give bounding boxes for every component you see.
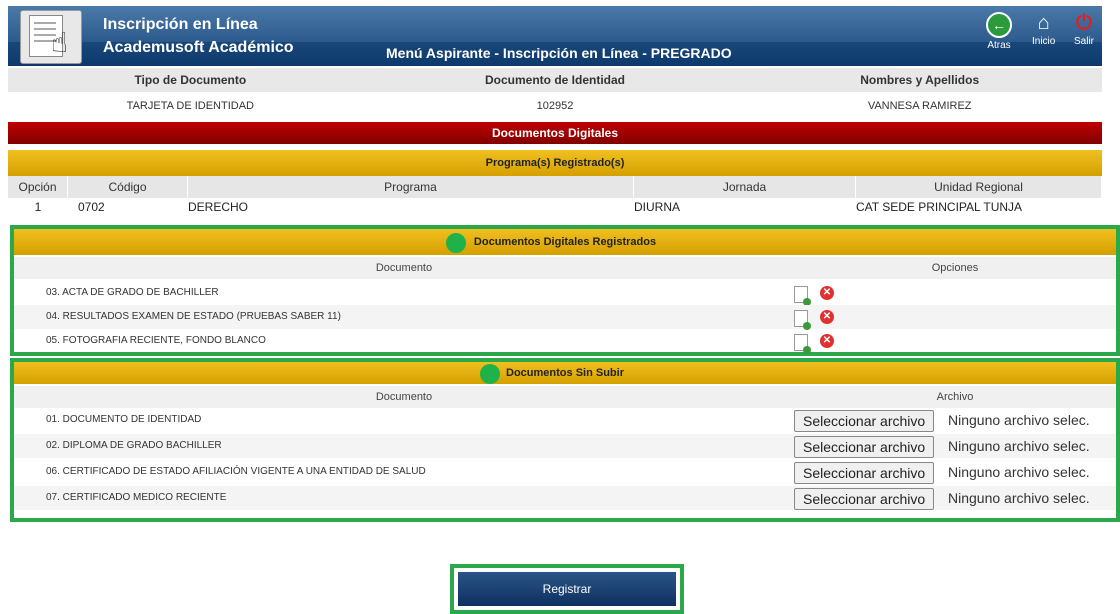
no-file-text: Ninguno archivo selec. xyxy=(948,412,1090,428)
full-name-header: Nombres y Apellidos xyxy=(860,73,980,87)
select-file-button[interactable]: Seleccionar archivo xyxy=(794,410,935,432)
program-name: DERECHO xyxy=(188,200,249,214)
program-code: 0702 xyxy=(78,200,105,214)
home-label: Inicio xyxy=(1032,36,1056,47)
col-schedule: Jornada xyxy=(634,176,856,198)
app-logo: ☝ xyxy=(20,10,82,64)
program-option: 1 xyxy=(34,200,42,214)
col-region: Unidad Regional xyxy=(856,176,1102,198)
select-file-button[interactable]: Seleccionar archivo xyxy=(794,488,935,510)
power-icon: ⏻ xyxy=(1076,11,1092,34)
programs-section: Programa(s) Registrado(s) Opción Código … xyxy=(8,150,1102,216)
no-file-text: Ninguno archivo selec. xyxy=(948,438,1090,454)
download-file-icon[interactable] xyxy=(794,286,811,306)
app-subtitle: Academusoft Académico xyxy=(103,39,294,56)
registered-docs-section: Documentos Digitales Registrados Documen… xyxy=(14,229,1116,354)
pending-docs-section: Documentos Sin Subir Documento Archivo 0… xyxy=(14,362,1116,510)
full-name-value: VANNESA RAMIREZ xyxy=(867,100,972,112)
registered-doc-col: Documento xyxy=(14,257,794,279)
no-file-text: Ninguno archivo selec. xyxy=(948,464,1090,480)
register-button[interactable]: Registrar xyxy=(458,572,676,606)
select-file-button[interactable]: Seleccionar archivo xyxy=(794,436,935,458)
pointer-hand-icon: ☝ xyxy=(51,26,69,59)
pending-doc-name: 02. DIPLOMA DE GRADO BACHILLER xyxy=(46,440,222,451)
identity-value-row: TARJETA DE IDENTIDAD 102952 VANNESA RAMI… xyxy=(8,92,1102,120)
pending-file-col: Archivo xyxy=(794,386,1116,408)
app-header: ☝ Inscripción en Línea Academusoft Acadé… xyxy=(8,6,1102,66)
download-file-icon[interactable] xyxy=(794,334,811,354)
program-region: CAT SEDE PRINCIPAL TUNJA xyxy=(856,200,1023,214)
identity-header-row: Tipo de Documento Documento de Identidad… xyxy=(8,68,1102,92)
col-code: Código xyxy=(68,176,188,198)
delete-icon[interactable]: ✕ xyxy=(820,310,834,324)
select-file-button[interactable]: Seleccionar archivo xyxy=(794,462,935,484)
program-schedule: DIURNA xyxy=(634,200,681,214)
doc-type-header: Tipo de Documento xyxy=(134,73,247,87)
home-icon: ⌂ xyxy=(1037,11,1050,34)
registered-doc-name: 03. ACTA DE GRADO DE BACHILLER xyxy=(46,287,219,298)
registered-options-col: Opciones xyxy=(794,257,1116,279)
exit-label: Salir xyxy=(1073,36,1094,47)
registered-doc-row: 04. RESULTADOS EXAMEN DE ESTADO (PRUEBAS… xyxy=(14,305,1116,329)
delete-icon[interactable]: ✕ xyxy=(820,286,834,300)
delete-icon[interactable]: ✕ xyxy=(820,334,834,348)
doc-type-value: TARJETA DE IDENTIDAD xyxy=(126,100,254,112)
pending-doc-name: 07. CERTIFICADO MEDICO RECIENTE xyxy=(46,492,227,503)
app-title: Inscripción en Línea xyxy=(103,16,258,33)
no-file-text: Ninguno archivo selec. xyxy=(948,490,1090,506)
registered-docs-title: Documentos Digitales Registrados xyxy=(14,229,1116,255)
doc-id-value: 102952 xyxy=(536,100,574,112)
registered-doc-row: 03. ACTA DE GRADO DE BACHILLER xyxy=(14,281,1116,305)
menu-title: Menú Aspirante - Inscripción en Línea - … xyxy=(386,45,732,61)
identity-table: Tipo de Documento Documento de Identidad… xyxy=(8,68,1102,120)
green-marker xyxy=(480,364,500,384)
home-button[interactable]: ⌂ Inicio xyxy=(1032,11,1056,48)
back-button[interactable]: ← Atras xyxy=(986,12,1012,51)
registered-doc-name: 04. RESULTADOS EXAMEN DE ESTADO (PRUEBAS… xyxy=(46,311,341,322)
back-arrow-icon: ← xyxy=(986,12,1012,38)
col-program: Programa xyxy=(188,176,634,198)
programs-title: Programa(s) Registrado(s) xyxy=(8,150,1102,176)
pending-doc-name: 06. CERTIFICADO DE ESTADO AFILIACIÓN VIG… xyxy=(46,466,426,477)
back-label: Atras xyxy=(987,40,1011,51)
pending-docs-title: Documentos Sin Subir xyxy=(14,362,1116,384)
pending-doc-col: Documento xyxy=(14,386,794,408)
registered-doc-name: 05. FOTOGRAFIA RECIENTE, FONDO BLANCO xyxy=(46,335,266,346)
programs-table: Opción Código Programa Jornada Unidad Re… xyxy=(8,176,1102,216)
doc-id-header: Documento de Identidad xyxy=(485,73,626,87)
digital-documents-title: Documentos Digitales xyxy=(8,122,1102,144)
exit-button[interactable]: ⏻ Salir xyxy=(1073,11,1095,48)
green-marker xyxy=(446,233,466,253)
pending-doc-name: 01. DOCUMENTO DE IDENTIDAD xyxy=(46,414,202,425)
registered-doc-row: 05. FOTOGRAFIA RECIENTE, FONDO BLANCO xyxy=(14,329,1116,353)
col-option: Opción xyxy=(8,176,68,198)
download-file-icon[interactable] xyxy=(794,310,811,330)
